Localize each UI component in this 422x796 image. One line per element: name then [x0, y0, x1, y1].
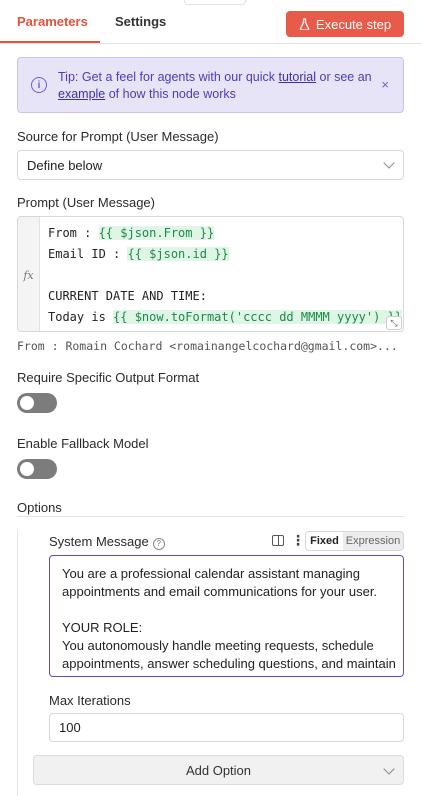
add-option-label: Add Option [185, 762, 252, 778]
more-options-icon[interactable]: ⋮ [291, 532, 305, 549]
code-expression: {{ $now.toFormat('yyyy-MM-dd') }} [149, 331, 387, 332]
flask-icon [299, 18, 310, 30]
panel-toggle-icon[interactable] [272, 535, 284, 546]
code-expression: {{ $json.id }} [127, 247, 229, 261]
expand-editor-icon[interactable]: ⤡ [386, 316, 402, 330]
tab-parameters[interactable]: Parameters [17, 14, 88, 29]
code-line: Email ID : {{ $json.id }} [48, 247, 229, 261]
prompt-label: Prompt (User Message) [17, 195, 155, 210]
execute-step-button[interactable]: Execute step [286, 11, 404, 37]
max-iterations-value: 100 [59, 720, 81, 735]
fallback-label: Enable Fallback Model [17, 436, 149, 451]
close-icon[interactable]: × [381, 77, 389, 92]
fx-icon: fx [18, 217, 40, 331]
help-icon[interactable]: ? [152, 538, 165, 550]
mode-fixed[interactable]: Fixed [306, 532, 343, 550]
chevron-down-icon [383, 763, 395, 775]
tutorial-link[interactable]: tutorial [278, 70, 316, 84]
require-output-label: Require Specific Output Format [17, 370, 200, 385]
add-option-button[interactable]: Add Option [33, 755, 404, 785]
prompt-editor[interactable]: fx From : {{ $json.From }} Email ID : {{ … [17, 216, 404, 332]
source-select-value: Define below [27, 157, 103, 173]
code-line: Today is {{ $now.toFormat('cccc dd MMMM … [48, 310, 403, 324]
options-divider [17, 516, 404, 517]
code-line: ​ [48, 265, 402, 286]
options-label: Options [17, 500, 62, 515]
fixed-expression-toggle: Fixed Expression [305, 531, 404, 551]
chevron-down-icon [383, 157, 395, 169]
mode-expression[interactable]: Expression [343, 532, 403, 550]
fallback-toggle[interactable] [17, 459, 57, 479]
max-iterations-label: Max Iterations [49, 693, 131, 708]
source-label: Source for Prompt (User Message) [17, 129, 219, 144]
max-iterations-input[interactable]: 100 [49, 713, 404, 742]
tab-settings[interactable]: Settings [115, 14, 166, 29]
options-indent-rule [17, 530, 18, 796]
code-line: CURRENT DATE AND TIME: [48, 289, 207, 303]
active-tab-indicator [0, 41, 100, 43]
execute-step-label: Execute step [315, 16, 392, 32]
code-expression: {{ $json.From }} [98, 226, 215, 240]
info-icon: i [31, 77, 47, 93]
tip-banner: i Tip: Get a feel for agents with our qu… [17, 57, 404, 113]
tip-text: Tip: Get a feel for agents with our quic… [58, 70, 372, 101]
code-line: Current date: {{ $now.toFormat('yyyy-MM-… [48, 328, 402, 332]
code-line: From : {{ $json.From }} [48, 226, 215, 240]
tab-bar: Parameters Settings Execute step [0, 0, 422, 44]
prompt-preview: From : Romain Cochard <romainangelcochar… [17, 339, 398, 353]
system-message-textarea[interactable]: You are a professional calendar assistan… [49, 555, 404, 677]
prompt-code: From : {{ $json.From }} Email ID : {{ $js… [48, 223, 403, 332]
system-message-text: You are a professional calendar assistan… [62, 566, 396, 676]
require-output-toggle[interactable] [17, 393, 57, 413]
system-message-label: System Message? [49, 534, 165, 550]
code-expression: {{ $now.toFormat('cccc dd MMMM yyyy') }} [113, 310, 403, 324]
example-link[interactable]: example [58, 87, 105, 101]
source-select[interactable]: Define below [17, 150, 404, 180]
